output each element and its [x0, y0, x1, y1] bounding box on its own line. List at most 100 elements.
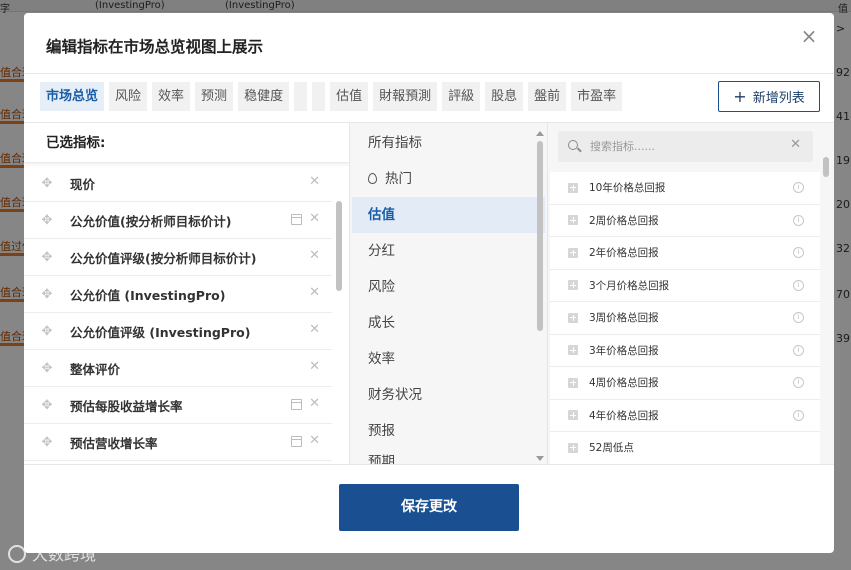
- category-efficiency[interactable]: 效率: [352, 341, 545, 377]
- add-list-button[interactable]: + 新增列表: [718, 81, 820, 112]
- scroll-down-arrow-icon[interactable]: [536, 456, 544, 461]
- info-icon[interactable]: i: [793, 182, 804, 193]
- drag-handle-icon[interactable]: ✥: [24, 398, 70, 413]
- drag-handle-icon[interactable]: ✥: [24, 361, 70, 376]
- indicator-item[interactable]: 2年价格总回报 i: [550, 237, 820, 270]
- remove-icon[interactable]: ✕: [309, 396, 320, 411]
- remove-icon[interactable]: ✕: [309, 174, 320, 189]
- tab-pe-ratio[interactable]: 市盈率: [571, 82, 623, 111]
- tab-robustness[interactable]: 稳健度: [238, 82, 290, 111]
- indicator-label: 52周低点: [589, 442, 634, 455]
- tab-forecast[interactable]: 预测: [195, 82, 234, 111]
- search-input[interactable]: [590, 131, 780, 162]
- drag-handle-icon[interactable]: ✥: [24, 250, 70, 265]
- tab-risk[interactable]: 风险: [109, 82, 148, 111]
- indicator-item[interactable]: 2周价格总回报 i: [550, 204, 820, 237]
- tab-dividend[interactable]: 股息: [485, 82, 524, 111]
- drag-handle-icon[interactable]: ✥: [24, 287, 70, 302]
- indicator-item[interactable]: 3年价格总回报 i: [550, 334, 820, 367]
- category-scrollbar[interactable]: [537, 141, 543, 453]
- remove-icon[interactable]: ✕: [309, 359, 320, 374]
- drag-handle-icon[interactable]: ✥: [24, 176, 70, 191]
- tab-empty[interactable]: [312, 82, 326, 111]
- selected-item[interactable]: ✥ 现价 ✕: [24, 165, 332, 202]
- remove-icon[interactable]: ✕: [309, 433, 320, 448]
- tab-efficiency[interactable]: 效率: [152, 82, 191, 111]
- selected-list-scrollbar[interactable]: [336, 177, 342, 457]
- indicator-item[interactable]: 3周价格总回报 i: [550, 302, 820, 335]
- watermark-logo-icon: [8, 545, 26, 563]
- scroll-up-arrow-icon[interactable]: [536, 131, 544, 136]
- add-icon[interactable]: [568, 345, 578, 356]
- indicator-item[interactable]: 3个月价格总回报 i: [550, 269, 820, 302]
- clear-icon[interactable]: ✕: [790, 137, 801, 152]
- indicator-item[interactable]: 4年价格总回报 i: [550, 399, 820, 432]
- scrollbar-thumb[interactable]: [336, 201, 342, 291]
- indicator-list: 10年价格总回报 i 2周价格总回报 i 2年价格总回报 i 3个月价格总回报 i 3周…: [550, 172, 820, 465]
- category-risk[interactable]: 风险: [352, 269, 545, 305]
- add-icon[interactable]: [568, 247, 578, 258]
- indicator-item[interactable]: 4周价格总回报 i: [550, 367, 820, 400]
- category-expectation[interactable]: 预期: [352, 449, 545, 465]
- info-icon[interactable]: i: [793, 214, 804, 226]
- drag-handle-icon[interactable]: ✥: [24, 435, 70, 450]
- selected-item[interactable]: ✥ 公允价值(按分析师目标价计) ✕: [24, 202, 332, 239]
- tab-rating[interactable]: 評級: [442, 82, 481, 111]
- selected-item[interactable]: ✥ 公允价值评级 (InvestingPro) ✕: [24, 313, 332, 350]
- remove-icon[interactable]: ✕: [309, 248, 320, 263]
- tab-empty[interactable]: [294, 82, 308, 111]
- info-icon[interactable]: i: [793, 377, 804, 388]
- selected-item[interactable]: ✥ 整体评价 ✕: [24, 350, 332, 387]
- calendar-icon[interactable]: [291, 399, 302, 410]
- selected-item[interactable]: ✥ 公允价值评级(按分析师目标价计) ✕: [24, 239, 332, 276]
- add-icon[interactable]: [568, 377, 578, 388]
- drag-handle-icon[interactable]: ✥: [24, 213, 70, 228]
- indicator-label: 10年价格总回报: [589, 182, 666, 195]
- category-financial-health[interactable]: 财务状况: [352, 377, 545, 413]
- selected-indicators-list: ✥ 现价 ✕ ✥ 公允价值(按分析师目标价计) ✕ ✥ 公允价值评级(按分析师目…: [24, 165, 332, 461]
- drag-handle-icon[interactable]: ✥: [24, 324, 70, 339]
- indicator-search[interactable]: ✕: [558, 131, 813, 162]
- indicator-scrollbar[interactable]: [823, 157, 829, 457]
- category-dividend[interactable]: 分红: [352, 233, 545, 269]
- selected-item[interactable]: ✥ 预估每股收益增长率 ✕: [24, 387, 332, 424]
- plus-icon: +: [733, 87, 747, 106]
- selected-item[interactable]: ✥ 预估营收增长率 ✕: [24, 424, 332, 461]
- info-icon[interactable]: i: [793, 279, 804, 291]
- add-icon[interactable]: [568, 312, 578, 323]
- info-icon[interactable]: i: [793, 312, 804, 323]
- add-icon[interactable]: [568, 442, 578, 453]
- category-valuation[interactable]: 估值: [352, 197, 545, 233]
- close-icon[interactable]: ×: [800, 26, 818, 46]
- indicator-item[interactable]: 52周低点: [550, 432, 820, 465]
- category-all[interactable]: 所有指标: [352, 125, 545, 161]
- add-list-label: 新增列表: [752, 91, 805, 106]
- category-growth[interactable]: 成长: [352, 305, 545, 341]
- info-icon[interactable]: i: [793, 409, 804, 421]
- add-icon[interactable]: [568, 410, 578, 421]
- category-forecast[interactable]: 预报: [352, 413, 545, 449]
- add-icon[interactable]: [568, 280, 578, 291]
- info-icon[interactable]: i: [793, 344, 804, 356]
- tab-earnings-forecast[interactable]: 財報預測: [373, 82, 438, 111]
- info-icon[interactable]: i: [793, 247, 804, 258]
- edit-indicators-modal: 编辑指标在市场总览视图上展示 × 市场总览 风险 效率 预测 稳健度 估值 財報…: [24, 13, 834, 553]
- remove-icon[interactable]: ✕: [309, 322, 320, 337]
- save-changes-button[interactable]: 保存更改: [339, 484, 519, 531]
- remove-icon[interactable]: ✕: [309, 285, 320, 300]
- scrollbar-thumb[interactable]: [823, 157, 829, 177]
- tab-premarket[interactable]: 盤前: [528, 82, 567, 111]
- flame-icon: [368, 173, 377, 184]
- add-icon[interactable]: [568, 182, 578, 193]
- indicator-item[interactable]: 10年价格总回报 i: [550, 172, 820, 205]
- category-hot[interactable]: 热门: [352, 161, 545, 197]
- add-icon[interactable]: [568, 215, 578, 226]
- calendar-icon[interactable]: [291, 436, 302, 447]
- tab-valuation[interactable]: 估值: [330, 82, 369, 111]
- tab-market-overview[interactable]: 市场总览: [40, 82, 105, 111]
- selected-item[interactable]: ✥ 公允价值 (InvestingPro) ✕: [24, 276, 332, 313]
- scrollbar-thumb[interactable]: [537, 141, 543, 331]
- watermark: 大数跨境: [8, 541, 96, 565]
- calendar-icon[interactable]: [291, 214, 302, 225]
- remove-icon[interactable]: ✕: [309, 211, 320, 226]
